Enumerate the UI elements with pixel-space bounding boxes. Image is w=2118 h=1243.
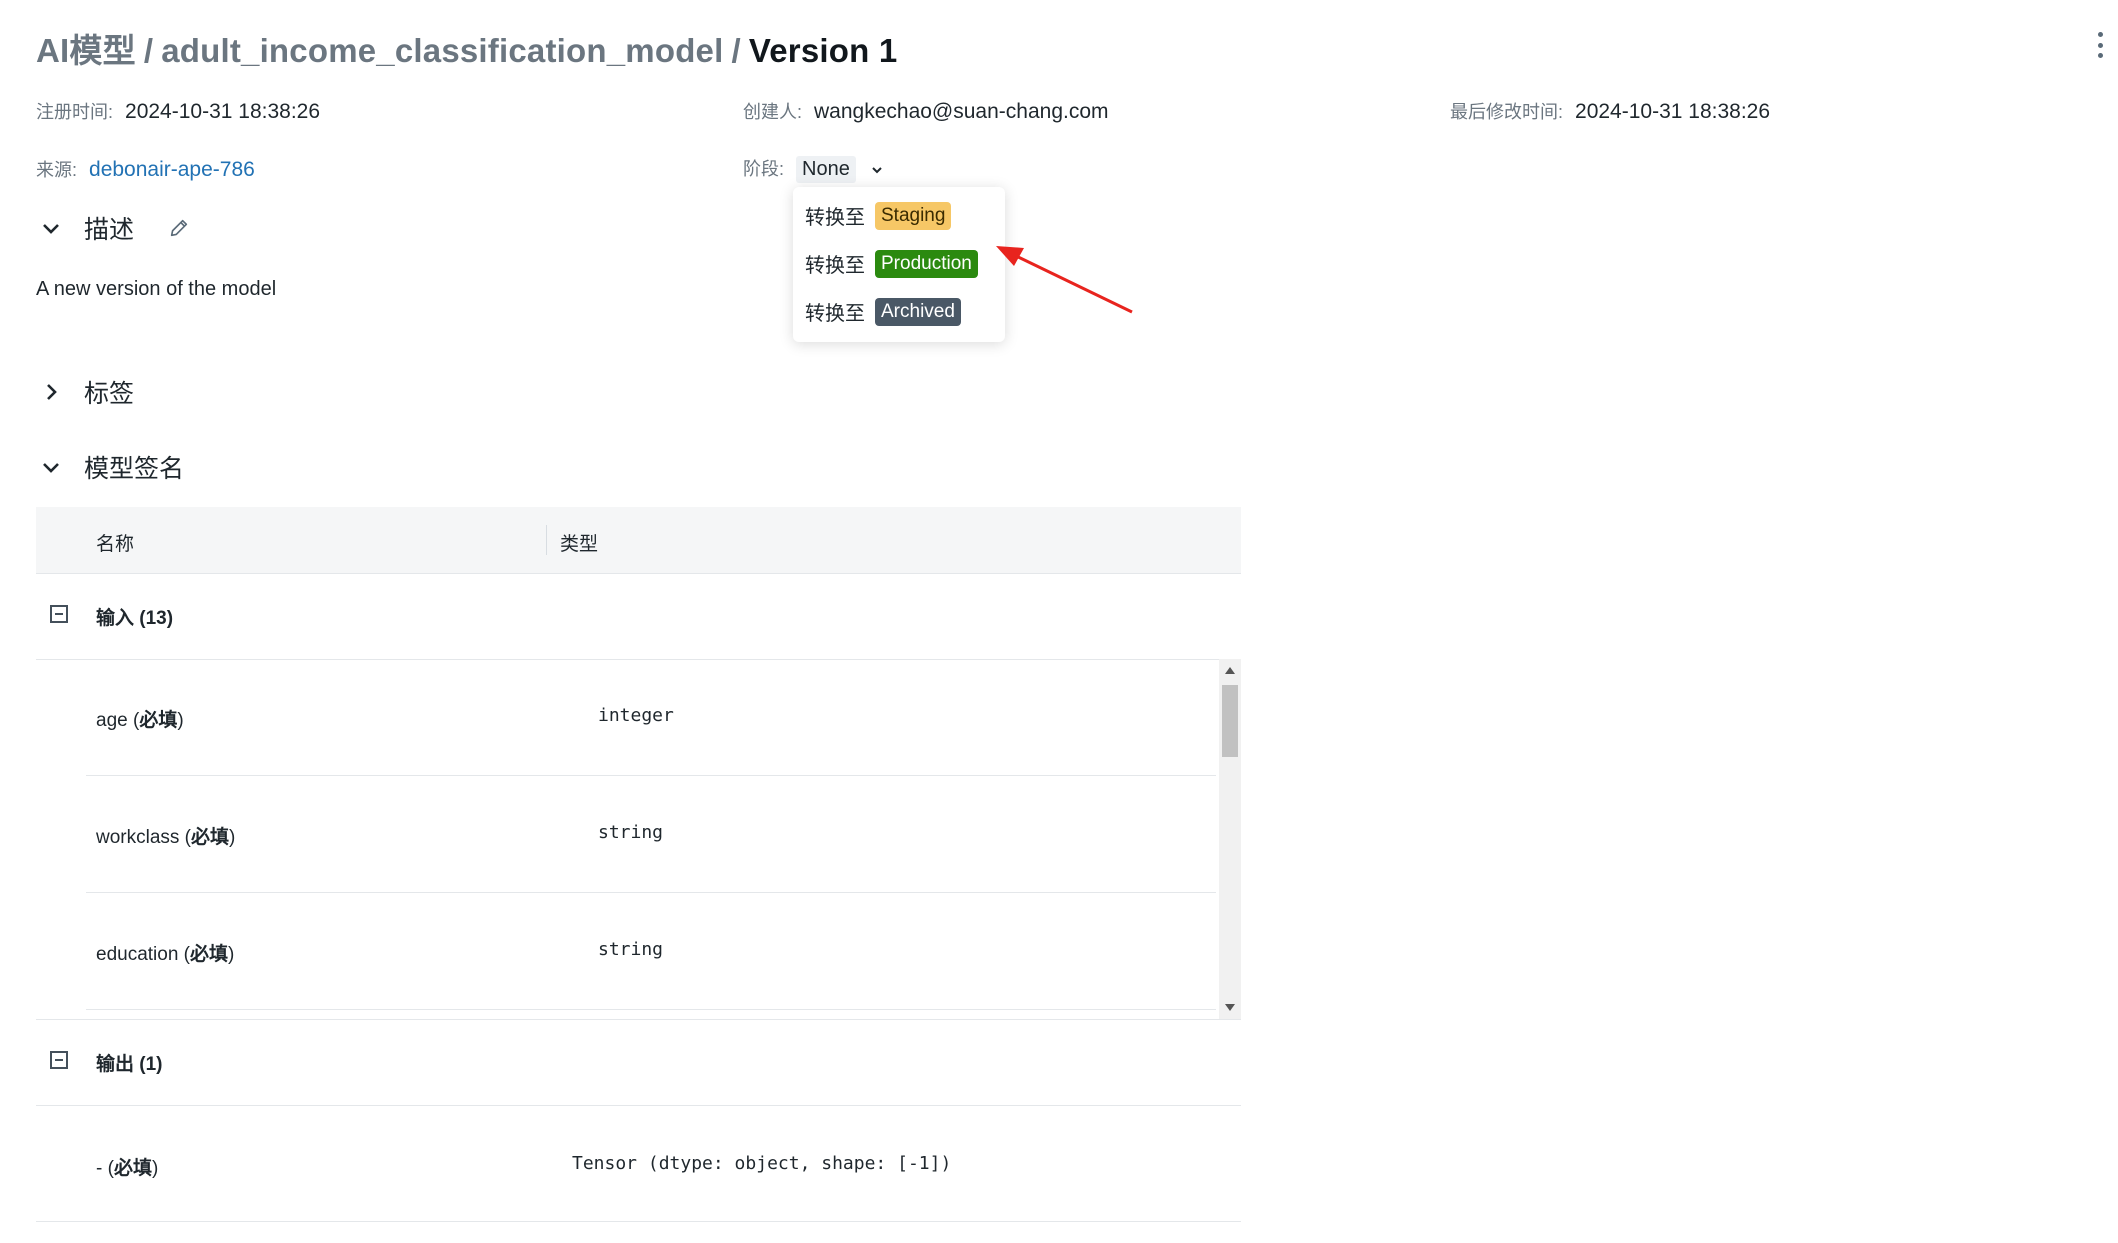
chevron-down-icon bbox=[43, 224, 59, 234]
field-type: integer bbox=[598, 705, 674, 726]
field-name: - (必填) bbox=[96, 1158, 159, 1179]
source: 来源: debonair-ape-786 bbox=[36, 156, 255, 182]
chevron-down-icon bbox=[43, 463, 59, 473]
column-divider[interactable] bbox=[546, 525, 547, 555]
scrollbar[interactable] bbox=[1219, 659, 1241, 1019]
creator: 创建人: wangkechao@suan-chang.com bbox=[743, 98, 1109, 124]
transition-prefix: 转换至 bbox=[805, 303, 865, 325]
description-text: A new version of the model bbox=[36, 278, 277, 300]
scrollbar-thumb[interactable] bbox=[1222, 685, 1238, 757]
modified-time: 最后修改时间: 2024-10-31 18:38:26 bbox=[1450, 98, 1770, 124]
breadcrumb-separator: / bbox=[731, 32, 741, 69]
inputs-group-row[interactable]: 输入 (13) bbox=[36, 573, 1241, 660]
outputs-group-label: 输出 (1) bbox=[96, 1054, 163, 1075]
annotation-arrow-icon bbox=[996, 246, 1133, 314]
chevron-down-icon bbox=[872, 166, 882, 173]
registered-time: 注册时间: 2024-10-31 18:38:26 bbox=[36, 98, 320, 124]
collapse-minus-icon[interactable] bbox=[50, 1051, 68, 1069]
transition-to-archived[interactable]: 转换至 Archived bbox=[805, 297, 961, 326]
signature-title: 模型签名 bbox=[84, 455, 185, 483]
registered-time-value: 2024-10-31 18:38:26 bbox=[125, 100, 321, 123]
more-options-icon[interactable] bbox=[2096, 32, 2104, 58]
source-link[interactable]: debonair-ape-786 bbox=[89, 158, 255, 181]
signature-table: 名称 类型 输入 (13) age (必填) integer workclass… bbox=[36, 507, 1241, 1222]
breadcrumb-model[interactable]: adult_income_classification_model bbox=[161, 32, 723, 69]
breadcrumb-separator: / bbox=[143, 32, 154, 69]
modified-time-value: 2024-10-31 18:38:26 bbox=[1575, 100, 1771, 123]
table-row: workclass (必填) string bbox=[86, 776, 1216, 893]
field-type: Tensor (dtype: object, shape: [-1]) bbox=[572, 1153, 952, 1174]
transition-prefix: 转换至 bbox=[805, 207, 865, 229]
staging-badge: Staging bbox=[875, 201, 952, 230]
creator-value: wangkechao@suan-chang.com bbox=[814, 100, 1109, 123]
chevron-right-icon bbox=[47, 384, 57, 400]
field-type: string bbox=[598, 822, 664, 843]
source-label: 来源: bbox=[36, 160, 78, 180]
registered-time-label: 注册时间: bbox=[36, 102, 114, 122]
stage-current-value: None bbox=[796, 156, 856, 183]
stage: 阶段: None bbox=[743, 155, 884, 183]
transition-to-staging[interactable]: 转换至 Staging bbox=[805, 201, 952, 230]
field-name: education (必填) bbox=[96, 944, 235, 965]
inputs-scroll-area[interactable]: age (必填) integer workclass (必填) string e… bbox=[36, 659, 1241, 1020]
stage-select[interactable]: None bbox=[796, 156, 884, 183]
modified-time-label: 最后修改时间: bbox=[1450, 102, 1564, 122]
table-row: - (必填) Tensor (dtype: object, shape: [-1… bbox=[36, 1105, 1241, 1222]
table-row: age (必填) integer bbox=[86, 659, 1216, 776]
inputs-group-label: 输入 (13) bbox=[96, 608, 174, 629]
collapse-minus-icon[interactable] bbox=[50, 605, 68, 623]
transition-prefix: 转换至 bbox=[805, 255, 865, 277]
field-type: string bbox=[598, 939, 664, 960]
stage-transition-menu: 转换至 Staging 转换至 Production 转换至 Archived bbox=[793, 187, 1005, 342]
outputs-group-row[interactable]: 输出 (1) bbox=[36, 1019, 1241, 1106]
production-badge: Production bbox=[875, 249, 978, 278]
description-title: 描述 bbox=[84, 216, 135, 244]
breadcrumb-root[interactable]: AI模型 bbox=[36, 32, 136, 69]
edit-pencil-icon[interactable] bbox=[168, 217, 190, 239]
field-name: workclass (必填) bbox=[96, 827, 236, 848]
table-row: education (必填) string bbox=[86, 893, 1216, 1010]
table-header: 名称 类型 bbox=[36, 507, 1241, 574]
field-name: age (必填) bbox=[96, 710, 184, 731]
archived-badge: Archived bbox=[875, 297, 961, 326]
model-version-page: AI模型 / adult_income_classification_model / V… bbox=[0, 0, 2118, 1243]
description-section-toggle[interactable]: 描述 bbox=[40, 210, 212, 246]
transition-to-production[interactable]: 转换至 Production bbox=[805, 249, 978, 278]
column-header-type: 类型 bbox=[560, 534, 599, 555]
tags-title: 标签 bbox=[84, 380, 135, 408]
tags-section-toggle[interactable]: 标签 bbox=[40, 374, 134, 410]
page-title: AI模型 / adult_income_classification_model / V… bbox=[36, 24, 897, 72]
scroll-down-icon[interactable] bbox=[1225, 1004, 1235, 1011]
scroll-up-icon[interactable] bbox=[1225, 667, 1235, 674]
breadcrumb-version: Version 1 bbox=[748, 32, 898, 69]
creator-label: 创建人: bbox=[743, 102, 803, 122]
stage-label: 阶段: bbox=[743, 159, 785, 179]
signature-section-toggle[interactable]: 模型签名 bbox=[40, 449, 184, 485]
column-header-name: 名称 bbox=[96, 534, 135, 555]
